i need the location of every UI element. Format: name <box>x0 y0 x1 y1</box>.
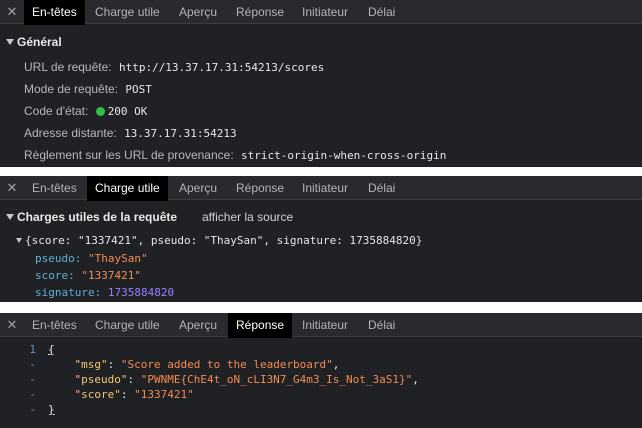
json-key: "score" <box>74 388 121 401</box>
tab-bar: ✕ En-têtes Charge utile Aperçu Réponse I… <box>0 176 642 201</box>
tab-initiator[interactable]: Initiateur <box>294 176 356 200</box>
status-code-text: 200 OK <box>107 105 148 118</box>
open-brace: { <box>48 343 55 356</box>
tab-headers[interactable]: En-têtes <box>24 0 85 25</box>
status-ok-icon <box>95 107 105 116</box>
payload-prop-pseudo: pseudo: "ThaySan" <box>35 252 148 265</box>
request-url-value: http://13.37.17.31:54213/scores <box>118 61 325 74</box>
response-panel: ✕ En-têtes Charge utile Aperçu Réponse I… <box>0 313 642 428</box>
tab-headers[interactable]: En-têtes <box>24 176 85 200</box>
tab-response[interactable]: Réponse <box>228 313 293 338</box>
view-source-link[interactable]: afficher la source <box>202 210 293 224</box>
prop-key: score <box>35 269 69 282</box>
payload-object-summary[interactable]: {score: "1337421", pseudo: "ThaySan", si… <box>16 234 422 247</box>
tab-bar: ✕ En-têtes Charge utile Aperçu Réponse I… <box>0 0 642 25</box>
status-code-value: 200 OK <box>95 105 148 118</box>
status-code-row: Code d'état: 200 OK <box>24 104 147 118</box>
close-icon[interactable]: ✕ <box>0 0 24 24</box>
tab-preview[interactable]: Aperçu <box>171 0 225 24</box>
expand-triangle-icon <box>6 214 14 220</box>
prop-key: signature <box>35 286 95 299</box>
expand-triangle-icon <box>6 39 14 45</box>
prop-key: pseudo <box>35 252 75 265</box>
request-method-value: POST <box>125 83 152 96</box>
request-url-row: URL de requête: http://13.37.17.31:54213… <box>24 60 324 74</box>
line-number: - <box>29 403 36 416</box>
close-icon[interactable]: ✕ <box>0 176 24 200</box>
general-section-header[interactable]: Général <box>6 35 62 49</box>
payload-prop-score: score: "1337421" <box>35 269 141 282</box>
tab-headers[interactable]: En-têtes <box>24 313 85 337</box>
tab-payload[interactable]: Charge utile <box>87 0 168 24</box>
status-code-label: Code d'état: <box>24 104 89 118</box>
prop-value: "1337421" <box>81 269 141 282</box>
json-key: "pseudo" <box>74 373 128 386</box>
prop-value: "ThaySan" <box>88 252 148 265</box>
line-number: - <box>29 373 36 386</box>
payload-title: Charges utiles de la requête <box>17 210 178 224</box>
json-key: "msg" <box>74 358 108 371</box>
referrer-policy-value: strict-origin-when-cross-origin <box>241 149 447 162</box>
tab-timing[interactable]: Délai <box>360 313 403 337</box>
tab-bar: ✕ En-têtes Charge utile Aperçu Réponse I… <box>0 313 642 338</box>
tab-payload[interactable]: Charge utile <box>87 176 168 201</box>
code-line-msg: "msg": "Score added to the leaderboard", <box>74 358 340 371</box>
tab-preview[interactable]: Aperçu <box>171 176 225 200</box>
close-icon[interactable]: ✕ <box>0 313 24 337</box>
expand-triangle-icon <box>16 238 22 243</box>
general-title: Général <box>17 35 62 49</box>
payload-panel: ✕ En-têtes Charge utile Aperçu Réponse I… <box>0 176 642 302</box>
prop-value: 1735884820 <box>107 286 175 299</box>
tab-timing[interactable]: Délai <box>360 176 403 200</box>
tab-initiator[interactable]: Initiateur <box>294 0 356 24</box>
payload-section-header[interactable]: Charges utiles de la requête <box>6 210 177 224</box>
payload-summary-text: {score: "1337421", pseudo: "ThaySan", si… <box>25 234 423 247</box>
line-number-gutter: 1 - - - - <box>0 337 40 428</box>
line-number: 1 <box>29 343 36 356</box>
remote-address-row: Adresse distante: 13.37.17.31:54213 <box>24 126 237 140</box>
remote-address-label: Adresse distante: <box>24 126 117 140</box>
request-method-label: Mode de requête: <box>24 82 119 96</box>
json-value: "Score added to the leaderboard" <box>120 358 333 371</box>
request-url-label: URL de requête: <box>24 60 112 74</box>
tab-initiator[interactable]: Initiateur <box>294 313 356 337</box>
tab-response[interactable]: Réponse <box>228 176 292 200</box>
referrer-policy-row: Règlement sur les URL de provenance: str… <box>24 148 446 162</box>
tab-timing[interactable]: Délai <box>360 0 403 24</box>
line-number: - <box>29 388 36 401</box>
line-number: - <box>29 358 36 371</box>
close-brace: } <box>48 403 55 416</box>
json-value: "PWNME{ChE4t_oN_cLI3N7_G4m3_Is_Not_3aS1}… <box>140 373 413 386</box>
headers-panel: ✕ En-têtes Charge utile Aperçu Réponse I… <box>0 0 642 167</box>
referrer-policy-label: Règlement sur les URL de provenance: <box>24 148 234 162</box>
tab-preview[interactable]: Aperçu <box>171 313 225 337</box>
tab-response[interactable]: Réponse <box>228 0 292 24</box>
code-line-score: "score": "1337421" <box>74 388 194 401</box>
request-method-row: Mode de requête: POST <box>24 82 152 96</box>
tab-payload[interactable]: Charge utile <box>87 313 168 337</box>
remote-address-value: 13.37.17.31:54213 <box>124 127 237 140</box>
json-value: "1337421" <box>134 388 194 401</box>
code-line: { <box>48 343 55 356</box>
code-line-pseudo: "pseudo": "PWNME{ChE4t_oN_cLI3N7_G4m3_Is… <box>74 373 419 386</box>
code-line: } <box>48 403 55 416</box>
payload-prop-signature: signature: 1735884820 <box>35 286 175 299</box>
